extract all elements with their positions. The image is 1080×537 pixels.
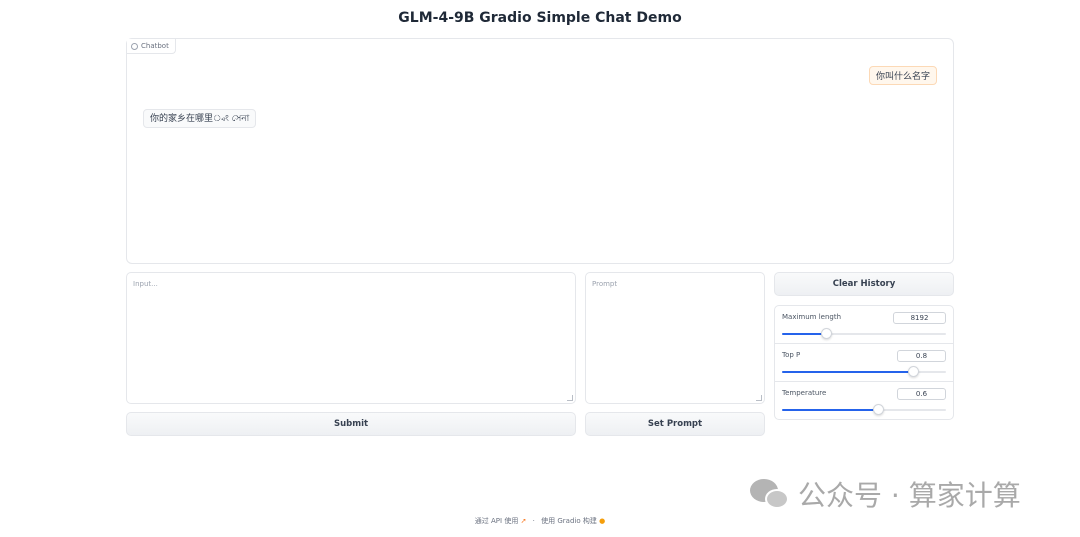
slider-top-p: Top P 0.8: [775, 344, 953, 382]
watermark-text: 公众号 · 算家计算: [798, 479, 1021, 512]
resize-handle-icon[interactable]: [756, 395, 762, 401]
resize-handle-icon[interactable]: [567, 395, 573, 401]
prompt-textarea[interactable]: Prompt: [585, 272, 765, 404]
set-prompt-button[interactable]: Set Prompt: [585, 412, 765, 436]
page-title: GLM-4-9B Gradio Simple Chat Demo: [398, 10, 682, 26]
footer: 通过 API 使用 ➚ · 使用 Gradio 构建 ●: [0, 516, 1080, 526]
slider-fill: [782, 371, 914, 373]
slider-number-input[interactable]: 0.8: [897, 350, 946, 362]
slider-temperature: Temperature 0.6: [775, 382, 953, 420]
slider-track[interactable]: [782, 328, 946, 339]
slider-fill: [782, 409, 879, 411]
footer-separator: ·: [532, 517, 535, 525]
submit-button[interactable]: Submit: [126, 412, 576, 436]
wechat-icon: [750, 477, 790, 511]
chat-icon: [131, 42, 138, 50]
assistant-message: 你的家乡在哪里্বং সেনা: [143, 109, 257, 128]
api-link[interactable]: 通过 API 使用: [475, 517, 519, 525]
chatbot-panel: Chatbot 你叫什么名字 你的家乡在哪里্বং সেনা: [126, 38, 954, 264]
prompt-placeholder: Prompt: [592, 280, 618, 288]
generation-settings-panel: Maximum length 8192 Top P 0.8 Temperatur…: [774, 305, 954, 420]
slider-maximum-length: Maximum length 8192: [775, 306, 953, 344]
clear-history-button[interactable]: Clear History: [774, 272, 954, 296]
rocket-icon: ➚: [520, 517, 527, 525]
slider-label: Top P: [782, 351, 801, 359]
slider-label: Maximum length: [782, 313, 842, 321]
slider-fill: [782, 333, 827, 335]
gradio-logo-icon: ●: [599, 517, 606, 525]
slider-number-input[interactable]: 8192: [893, 312, 946, 324]
input-textarea[interactable]: Input...: [126, 272, 576, 404]
gradio-link[interactable]: 使用 Gradio 构建: [541, 517, 597, 525]
user-message: 你叫什么名字: [868, 66, 937, 85]
input-placeholder: Input...: [133, 280, 158, 288]
slider-number-input[interactable]: 0.6: [897, 388, 946, 400]
slider-track[interactable]: [782, 366, 946, 377]
chatbot-label: Chatbot: [127, 39, 176, 54]
slider-label: Temperature: [782, 389, 827, 397]
slider-thumb[interactable]: [820, 328, 832, 339]
watermark: 公众号 · 算家计算: [750, 474, 1021, 514]
slider-track[interactable]: [782, 404, 946, 415]
chatbot-label-text: Chatbot: [141, 42, 169, 50]
slider-thumb[interactable]: [907, 366, 919, 377]
slider-thumb[interactable]: [873, 404, 885, 415]
